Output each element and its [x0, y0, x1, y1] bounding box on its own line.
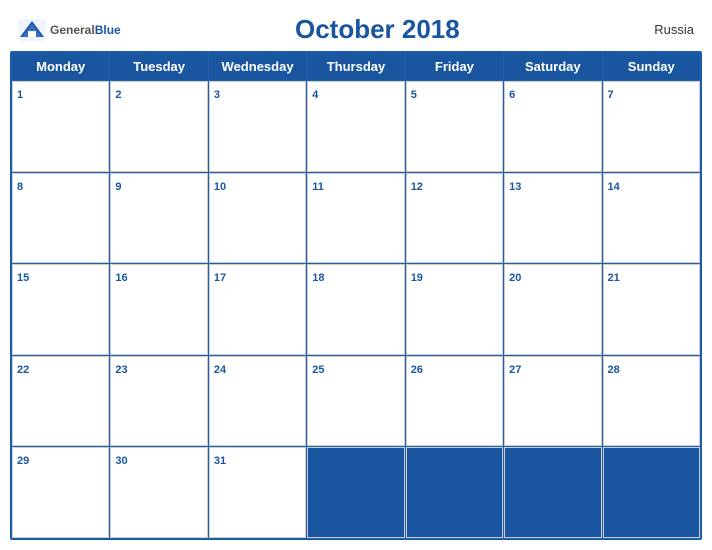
day-number: 25 — [312, 364, 324, 376]
day-number: 24 — [214, 364, 226, 376]
day-cell: 31 — [208, 447, 306, 539]
day-number: 5 — [411, 89, 417, 101]
day-cell: 2 — [110, 81, 208, 173]
day-cell: 28 — [602, 355, 700, 447]
week-row-4: 22 23 24 25 26 27 28 — [12, 355, 701, 447]
day-cell: 26 — [405, 355, 503, 447]
day-number: 29 — [17, 455, 29, 467]
day-cell: 21 — [602, 264, 700, 356]
day-number: 27 — [509, 364, 521, 376]
day-cell: 11 — [307, 172, 405, 264]
day-number: 6 — [509, 89, 515, 101]
day-number: 2 — [115, 89, 121, 101]
header-sunday: Sunday — [602, 53, 700, 81]
day-number: 17 — [214, 272, 226, 284]
logo-blue: Blue — [95, 23, 121, 37]
country-label: Russia — [634, 22, 694, 37]
day-cell: 16 — [110, 264, 208, 356]
header-tuesday: Tuesday — [110, 53, 208, 81]
header-monday: Monday — [12, 53, 110, 81]
day-cell: 18 — [307, 264, 405, 356]
day-cell: 15 — [12, 264, 110, 356]
week-row-5: 29 30 31 — [12, 447, 701, 539]
day-cell: 13 — [504, 172, 602, 264]
day-number: 11 — [312, 181, 324, 193]
day-number: 7 — [608, 89, 614, 101]
day-cell: 6 — [504, 81, 602, 173]
header-wednesday: Wednesday — [208, 53, 306, 81]
day-cell: 14 — [602, 172, 700, 264]
day-cell: 10 — [208, 172, 306, 264]
day-cell: 5 — [405, 81, 503, 173]
day-number: 4 — [312, 89, 318, 101]
day-cell: 24 — [208, 355, 306, 447]
day-number: 9 — [115, 181, 121, 193]
day-cell — [307, 447, 405, 539]
generalblue-logo-icon — [18, 19, 46, 41]
day-cell: 17 — [208, 264, 306, 356]
day-number: 20 — [509, 272, 521, 284]
day-number: 18 — [312, 272, 324, 284]
day-number: 19 — [411, 272, 423, 284]
header-friday: Friday — [405, 53, 503, 81]
day-number: 14 — [608, 181, 620, 193]
day-number: 21 — [608, 272, 620, 284]
day-number: 31 — [214, 455, 226, 467]
calendar: Monday Tuesday Wednesday Thursday Friday… — [10, 51, 702, 540]
header-saturday: Saturday — [504, 53, 602, 81]
day-cell: 19 — [405, 264, 503, 356]
day-number: 3 — [214, 89, 220, 101]
day-number: 26 — [411, 364, 423, 376]
day-cell: 8 — [12, 172, 110, 264]
day-cell: 23 — [110, 355, 208, 447]
day-number: 23 — [115, 364, 127, 376]
day-number: 28 — [608, 364, 620, 376]
day-number: 15 — [17, 272, 29, 284]
week-row-2: 8 9 10 11 12 13 14 — [12, 172, 701, 264]
day-cell: 3 — [208, 81, 306, 173]
day-cell: 29 — [12, 447, 110, 539]
day-cell: 20 — [504, 264, 602, 356]
week-row-3: 15 16 17 18 19 20 21 — [12, 264, 701, 356]
day-number: 16 — [115, 272, 127, 284]
day-cell: 1 — [12, 81, 110, 173]
day-cell: 22 — [12, 355, 110, 447]
day-number: 22 — [17, 364, 29, 376]
day-cell: 30 — [110, 447, 208, 539]
week-row-1: 1 2 3 4 5 6 7 — [12, 81, 701, 173]
day-cell: 4 — [307, 81, 405, 173]
day-cell: 9 — [110, 172, 208, 264]
logo: GeneralBlue — [18, 19, 121, 41]
day-cell: 27 — [504, 355, 602, 447]
day-number: 13 — [509, 181, 521, 193]
logo-general: General — [50, 23, 95, 37]
day-number: 10 — [214, 181, 226, 193]
calendar-table: Monday Tuesday Wednesday Thursday Friday… — [11, 52, 701, 539]
calendar-header: GeneralBlue October 2018 Russia — [10, 10, 702, 47]
logo-text: GeneralBlue — [50, 22, 121, 37]
day-number: 1 — [17, 89, 23, 101]
day-cell: 7 — [602, 81, 700, 173]
day-cell — [405, 447, 503, 539]
day-number: 12 — [411, 181, 423, 193]
month-title: October 2018 — [121, 14, 634, 45]
day-cell: 12 — [405, 172, 503, 264]
day-cell — [504, 447, 602, 539]
day-cell: 25 — [307, 355, 405, 447]
header-thursday: Thursday — [307, 53, 405, 81]
day-number: 8 — [17, 181, 23, 193]
day-cell — [602, 447, 700, 539]
day-number: 30 — [115, 455, 127, 467]
weekday-header-row: Monday Tuesday Wednesday Thursday Friday… — [12, 53, 701, 81]
